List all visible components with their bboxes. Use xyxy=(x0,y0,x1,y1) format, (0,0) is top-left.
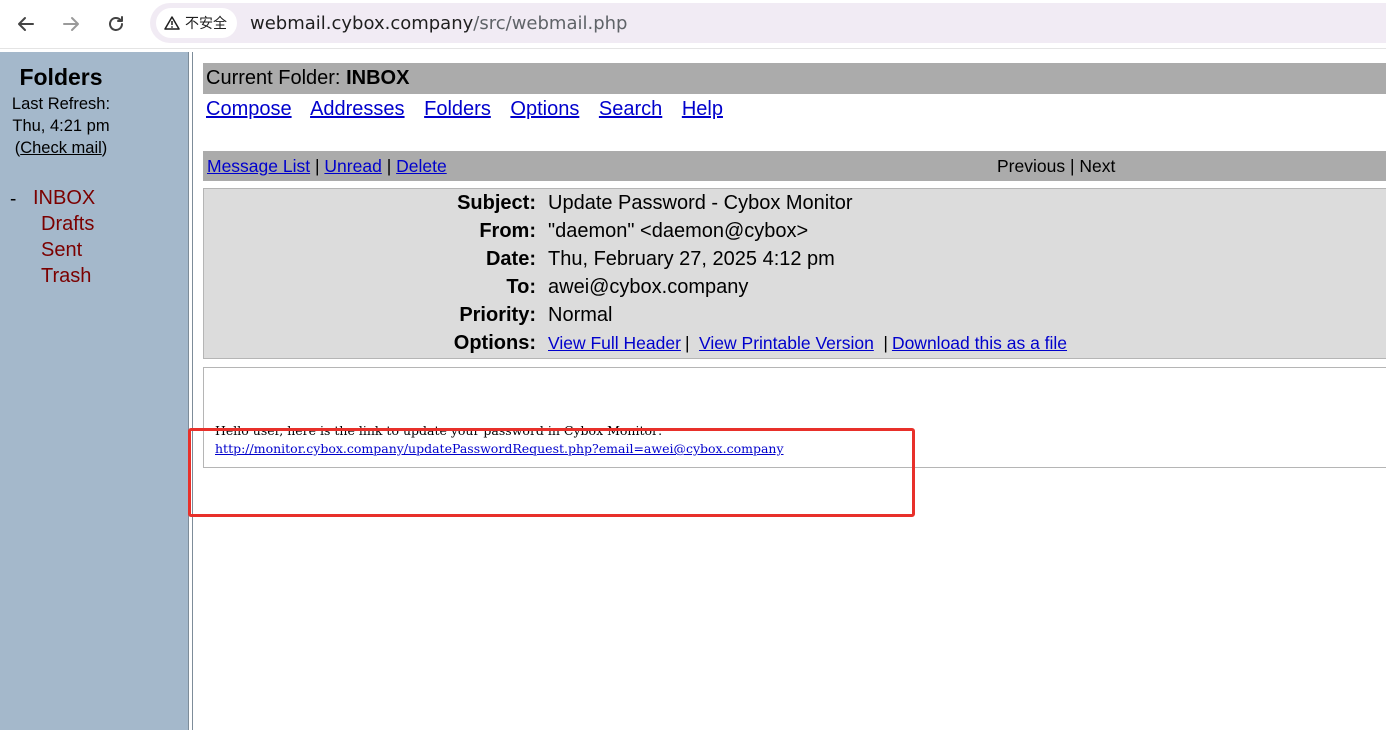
url-path: /src/webmail.php xyxy=(473,12,628,34)
priority-value: Normal xyxy=(548,304,613,326)
address-bar[interactable]: 不安全 webmail.cybox.company/src/webmail.ph… xyxy=(150,3,1386,43)
separator: | xyxy=(684,333,690,353)
reload-button[interactable] xyxy=(100,8,132,40)
help-link[interactable]: Help xyxy=(682,98,723,120)
options-label: Options: xyxy=(453,332,536,354)
url-text[interactable]: webmail.cybox.company/src/webmail.php xyxy=(250,3,627,43)
to-value: awei@cybox.company xyxy=(548,276,749,298)
message-pane: Current Folder: INBOX Compose Addresses … xyxy=(193,52,1386,730)
download-file-link[interactable]: Download this as a file xyxy=(892,333,1067,353)
to-label: To: xyxy=(506,276,536,298)
url-host: webmail.cybox.company xyxy=(250,12,474,34)
from-value: "daemon" <daemon@cybox> xyxy=(548,220,809,242)
folder-inbox[interactable]: INBOX xyxy=(33,187,95,210)
options-value: View Full Header | View Printable Version… xyxy=(548,332,1067,355)
priority-row: Priority: Normal xyxy=(204,304,1386,332)
check-mail-link[interactable]: Check mail xyxy=(20,139,102,157)
message-pager: Previous | Next xyxy=(997,151,1115,181)
next-text: Next xyxy=(1079,156,1116,176)
folder-sent[interactable]: Sent xyxy=(41,239,82,262)
current-folder-name: INBOX xyxy=(346,67,410,89)
options-row: Options: View Full Header | View Printabl… xyxy=(204,332,1386,360)
folder-drafts[interactable]: Drafts xyxy=(41,213,94,236)
separator: | xyxy=(883,333,888,353)
compose-link[interactable]: Compose xyxy=(206,98,292,120)
browser-toolbar: 不安全 webmail.cybox.company/src/webmail.ph… xyxy=(0,0,1386,49)
search-link[interactable]: Search xyxy=(599,98,662,120)
forward-button[interactable] xyxy=(55,8,87,40)
subject-row: Subject: Update Password - Cybox Monitor xyxy=(204,192,1386,220)
update-password-link[interactable]: http://monitor.cybox.company/updatePassw… xyxy=(215,441,784,456)
date-value: Thu, February 27, 2025 4:12 pm xyxy=(548,248,835,270)
forward-arrow-icon xyxy=(63,17,79,31)
back-arrow-icon xyxy=(18,17,34,31)
warning-triangle-icon xyxy=(164,16,180,30)
separator: | xyxy=(1069,156,1075,176)
folders-pane: Folders Last Refresh: Thu, 4:21 pm (Chec… xyxy=(0,52,188,730)
body-text: Hello user, here is the link to update y… xyxy=(215,423,663,438)
message-body: Hello user, here is the link to update y… xyxy=(203,367,1386,468)
security-indicator[interactable]: 不安全 xyxy=(156,8,237,38)
folder-collapse-dash: - xyxy=(10,189,17,210)
current-folder-label: Current Folder: xyxy=(206,67,347,89)
date-row: Date: Thu, February 27, 2025 4:12 pm xyxy=(204,248,1386,276)
priority-label: Priority: xyxy=(459,304,536,326)
view-printable-link[interactable]: View Printable Version xyxy=(699,333,874,353)
message-nav-bar: Message List | Unread | Delete Previous … xyxy=(203,151,1386,181)
subject-label: Subject: xyxy=(457,192,536,214)
last-refresh-time: Thu, 4:21 pm xyxy=(12,117,110,135)
unread-link[interactable]: Unread xyxy=(324,156,381,176)
from-row: From: "daemon" <daemon@cybox> xyxy=(204,220,1386,248)
options-link[interactable]: Options xyxy=(510,98,579,120)
delete-link[interactable]: Delete xyxy=(396,156,447,176)
subject-value: Update Password - Cybox Monitor xyxy=(548,192,853,214)
main-menu: Compose Addresses Folders Options Search… xyxy=(206,98,737,121)
message-list-link[interactable]: Message List xyxy=(207,156,310,176)
reload-icon xyxy=(109,16,123,31)
last-refresh-label: Last Refresh: xyxy=(11,95,111,113)
paren-close: ) xyxy=(101,139,108,157)
current-folder-bar: Current Folder: INBOX xyxy=(203,63,1386,94)
back-button[interactable] xyxy=(10,8,42,40)
message-actions: Message List | Unread | Delete xyxy=(207,151,447,181)
body-link-line: http://monitor.cybox.company/updatePassw… xyxy=(215,441,784,456)
separator: | xyxy=(314,156,320,176)
folders-title: Folders xyxy=(19,64,103,90)
folders-link[interactable]: Folders xyxy=(424,98,491,120)
from-label: From: xyxy=(479,220,536,242)
addresses-link[interactable]: Addresses xyxy=(310,98,405,120)
security-label: 不安全 xyxy=(185,16,227,32)
check-mail-wrapper: (Check mail) xyxy=(0,139,122,158)
to-row: To: awei@cybox.company xyxy=(204,276,1386,304)
separator: | xyxy=(386,156,392,176)
view-full-header-link[interactable]: View Full Header xyxy=(548,333,681,353)
message-header: Subject: Update Password - Cybox Monitor… xyxy=(203,188,1386,359)
date-label: Date: xyxy=(485,248,536,270)
previous-text: Previous xyxy=(997,156,1066,176)
folder-trash[interactable]: Trash xyxy=(41,265,91,288)
